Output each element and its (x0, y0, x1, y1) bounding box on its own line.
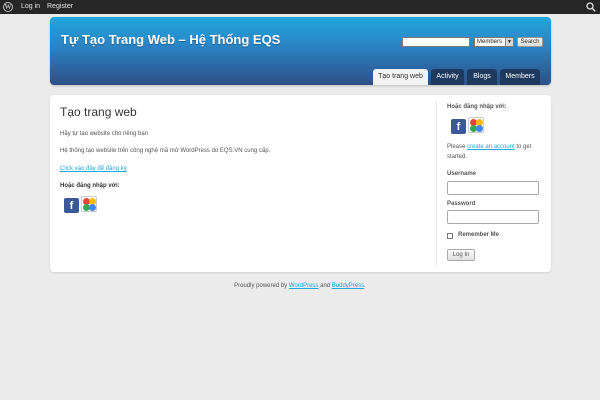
password-field[interactable] (447, 210, 539, 224)
search-icon[interactable] (586, 2, 596, 12)
site-footer: Proudly powered by WordPress and BuddyPr… (0, 283, 600, 289)
facebook-icon[interactable]: f (451, 119, 466, 134)
content-panel: Tạo trang web Hãy tự tạo website cho riê… (50, 95, 551, 272)
column-divider (436, 101, 437, 266)
google-icon[interactable] (468, 117, 484, 133)
tab-members[interactable]: Members (500, 69, 540, 85)
footer-text-before: Proudly powered by (234, 283, 289, 289)
register-link[interactable]: Click vào đây để đăng ký (60, 166, 127, 172)
description-text: Hệ thống tạo website trên công nghệ mã m… (60, 148, 271, 154)
admin-bar: W Log in Register (0, 0, 600, 14)
wordpress-link[interactable]: WordPress (289, 283, 319, 289)
search-scope-value: Members (477, 39, 503, 45)
remember-me-label: Remember Me (458, 232, 500, 238)
tab-blogs[interactable]: Blogs (467, 69, 497, 85)
site-header: Tự Tạo Trang Web – Hệ Thống EQS Members … (50, 17, 551, 85)
account-prompt: Please create an account to get (447, 144, 531, 150)
page-title: Tạo trang web (60, 105, 137, 119)
account-prompt-after: to get (514, 144, 532, 150)
intro-text: Hãy tự tạo website cho riêng bạn (60, 131, 149, 137)
username-field[interactable] (447, 181, 539, 195)
account-prompt-line2: started. (447, 154, 468, 160)
tab-activity[interactable]: Activity (431, 69, 464, 85)
social-login-buttons: f (64, 196, 98, 214)
username-label: Username (447, 171, 477, 177)
search-scope-select[interactable]: Members ▼ (474, 37, 514, 47)
footer-text-middle: and (318, 283, 332, 289)
account-prompt-before: Please (447, 144, 468, 150)
search-button[interactable]: Search (517, 37, 543, 47)
chevron-down-icon: ▼ (505, 38, 513, 46)
wordpress-icon[interactable]: W (3, 2, 13, 12)
search-input[interactable] (402, 37, 470, 47)
site-title[interactable]: Tự Tạo Trang Web – Hệ Thống EQS (61, 32, 280, 47)
sidebar-social-label: Hoặc đăng nhập với: (447, 104, 507, 110)
create-account-link[interactable]: create an account (467, 144, 515, 150)
password-label: Password (447, 201, 476, 207)
buddypress-link[interactable]: BuddyPress (332, 283, 364, 289)
admin-register-link[interactable]: Register (47, 0, 73, 14)
sidebar-social-buttons: f (451, 117, 485, 135)
footer-text-after: . (364, 283, 366, 289)
remember-me-checkbox[interactable] (447, 233, 453, 239)
tab-tao-trang-web[interactable]: Tạo trang web (373, 69, 428, 85)
google-icon[interactable] (81, 196, 97, 212)
login-button[interactable]: Log In (447, 249, 475, 261)
social-login-label: Hoặc đăng nhập với: (60, 183, 120, 189)
admin-login-link[interactable]: Log in (21, 0, 40, 14)
facebook-icon[interactable]: f (64, 198, 79, 213)
